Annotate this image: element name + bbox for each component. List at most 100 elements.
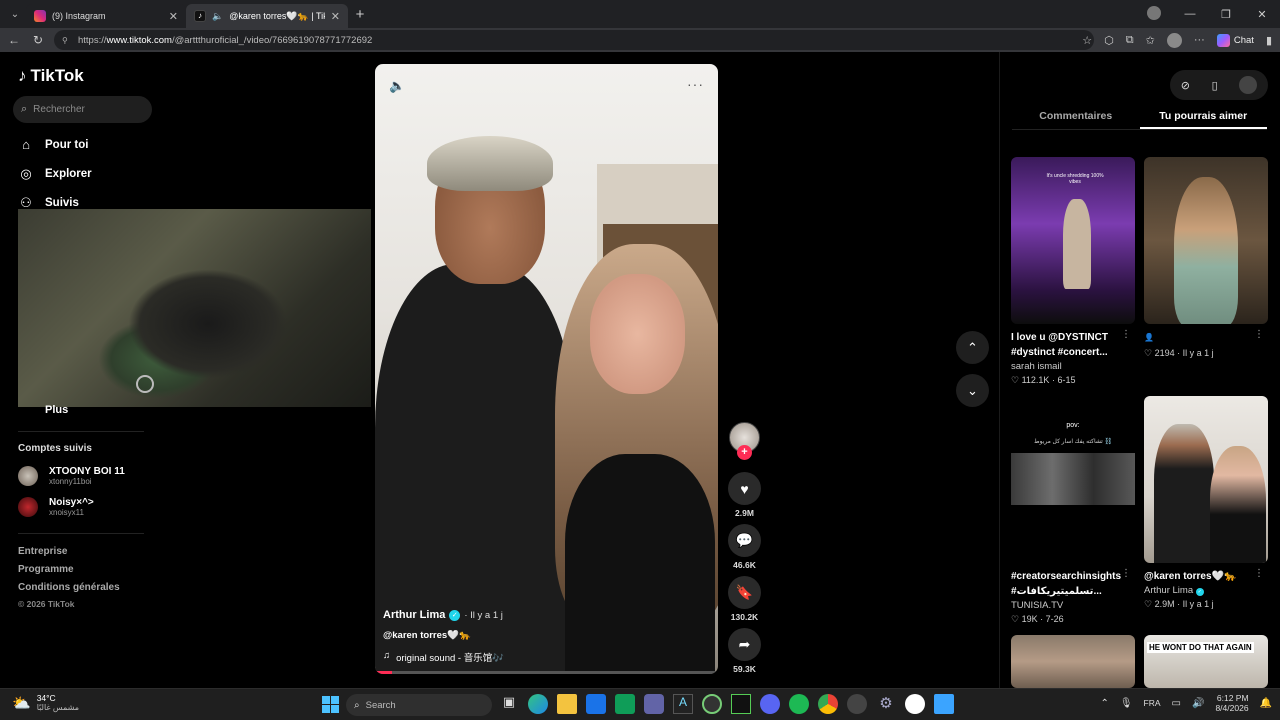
- split-screen-icon[interactable]: ⧉: [1126, 34, 1134, 47]
- start-button[interactable]: [322, 696, 339, 713]
- url-field[interactable]: ⚲ https:// www.tiktok.com /@arttthurofic…: [54, 30, 1094, 50]
- chevron-up-icon[interactable]: ⌃: [1100, 698, 1108, 709]
- profile-icon[interactable]: [1136, 5, 1172, 23]
- coins-icon[interactable]: ⊘: [1181, 79, 1190, 92]
- video-caption[interactable]: @karen torres🤍🐆: [383, 630, 703, 641]
- tab-comments[interactable]: Commentaires: [1012, 110, 1140, 129]
- video-author[interactable]: Arthur Lima: [383, 609, 445, 621]
- edge-icon[interactable]: [528, 694, 548, 714]
- media-player-icon[interactable]: [905, 694, 925, 714]
- profile-avatar[interactable]: [1166, 32, 1182, 48]
- language-indicator[interactable]: FRA: [1144, 698, 1161, 708]
- terminal-icon[interactable]: [731, 694, 751, 714]
- more-menu-icon[interactable]: ···: [1194, 34, 1205, 46]
- nav-more[interactable]: Plus: [45, 404, 68, 416]
- video-thumbnail[interactable]: [1011, 635, 1135, 688]
- video-thumbnail[interactable]: pov: تشاكته يفك اسار كل مريوط ⛓️: [1011, 396, 1135, 563]
- footer-link-terms[interactable]: Conditions générales: [18, 582, 120, 593]
- outlook-icon[interactable]: [586, 694, 606, 714]
- footer-link-company[interactable]: Entreprise: [18, 546, 67, 557]
- volume-icon[interactable]: 🔈: [389, 78, 405, 94]
- close-window-button[interactable]: ✕: [1244, 8, 1280, 21]
- extensions-icon[interactable]: ⬡: [1104, 34, 1114, 47]
- recommended-video-card[interactable]: HE WONT DO THAT AGAIN: [1144, 635, 1268, 688]
- followed-account[interactable]: XTOONY BOI 11 xtonny11boi: [18, 466, 125, 486]
- recommended-video-card[interactable]: 👤 ⋮ ♡ 2194 · Il y a 1 j: [1144, 157, 1268, 359]
- video-thumbnail[interactable]: [1144, 396, 1268, 563]
- task-view-icon[interactable]: ▣: [499, 694, 519, 714]
- mini-video-player[interactable]: [18, 209, 371, 407]
- video-thumbnail[interactable]: It's uncle shredding 100% vibes: [1011, 157, 1135, 324]
- discord-icon[interactable]: [760, 694, 780, 714]
- audio-playing-icon[interactable]: 🔈: [212, 11, 223, 22]
- favorite-star-icon[interactable]: ☆: [1082, 34, 1092, 47]
- chrome-icon[interactable]: [818, 694, 838, 714]
- sidebar-toggle-icon[interactable]: ▮: [1266, 34, 1272, 47]
- share-button[interactable]: ➦: [728, 628, 761, 661]
- search-bar[interactable]: ⌕: [13, 96, 152, 123]
- weather-widget[interactable]: ⛅ 34°C مشمس غالبًا: [12, 693, 79, 712]
- tiktok-logo[interactable]: ♪ TikTok: [18, 66, 84, 86]
- site-info-icon[interactable]: ⚲: [62, 36, 72, 45]
- like-button[interactable]: ♥: [728, 472, 761, 505]
- back-button[interactable]: ←: [2, 33, 26, 47]
- profile-avatar[interactable]: [1239, 76, 1258, 94]
- taskbar-search[interactable]: ⌕ Search: [346, 694, 492, 716]
- nav-for-you[interactable]: ⌂ Pour toi: [18, 137, 88, 152]
- notepad-icon[interactable]: [934, 694, 954, 714]
- teams-icon[interactable]: [644, 694, 664, 714]
- previous-video-button[interactable]: ⌃: [956, 331, 989, 364]
- card-more-icon[interactable]: ⋮: [1121, 329, 1131, 340]
- nav-explore[interactable]: ◎ Explorer: [18, 166, 91, 182]
- tiktok-icon: ♪: [194, 10, 206, 22]
- notification-bell-icon[interactable]: 🔔: [1260, 698, 1272, 709]
- tab-you-may-like[interactable]: Tu pourrais aimer: [1139, 110, 1267, 129]
- video-thumbnail[interactable]: HE WONT DO THAT AGAIN: [1144, 635, 1268, 688]
- recommended-video-card[interactable]: pov: تشاكته يفك اسار كل مريوط ⛓️ #creato…: [1011, 396, 1135, 625]
- close-tab-icon[interactable]: ✕: [331, 10, 340, 23]
- close-tab-icon[interactable]: ✕: [169, 10, 178, 23]
- store-icon[interactable]: [615, 694, 635, 714]
- video-player[interactable]: 🔈 ··· Arthur Lima ✓ · Il y a 1 j @karen …: [375, 64, 718, 674]
- new-tab-button[interactable]: +: [348, 6, 372, 23]
- card-more-icon[interactable]: ⋮: [1121, 568, 1131, 579]
- xbox-icon[interactable]: [702, 694, 722, 714]
- followed-account[interactable]: Noisy×^> xnoisyx11: [18, 497, 94, 517]
- mobile-icon[interactable]: ▯: [1212, 79, 1218, 92]
- recommended-video-card[interactable]: It's uncle shredding 100% vibes I love u…: [1011, 157, 1135, 386]
- spotify-icon[interactable]: [789, 694, 809, 714]
- video-sound[interactable]: ♫ original sound - 音乐馆🎶: [383, 650, 703, 664]
- comment-button[interactable]: 💬: [728, 524, 761, 557]
- video-progress-bar[interactable]: [375, 671, 718, 674]
- tab-tiktok[interactable]: ♪ 🔈 @karen torres🤍🐆 | TikTok ✕: [186, 4, 348, 28]
- maximize-button[interactable]: ❐: [1208, 8, 1244, 21]
- card-more-icon[interactable]: ⋮: [1254, 329, 1264, 340]
- tab-list-menu-icon[interactable]: ⌄: [4, 3, 26, 25]
- settings-gear-icon[interactable]: ⚙: [876, 694, 896, 714]
- tab-instagram[interactable]: (9) Instagram ✕: [26, 4, 186, 28]
- card-more-icon[interactable]: ⋮: [1254, 568, 1264, 579]
- app-icon[interactable]: [847, 694, 867, 714]
- network-icon[interactable]: ▭: [1172, 698, 1181, 709]
- microphone-icon[interactable]: 🎙: [1120, 698, 1133, 709]
- follow-plus-button[interactable]: +: [737, 445, 752, 460]
- recommended-video-card[interactable]: [1011, 635, 1135, 688]
- save-button[interactable]: 🔖: [728, 576, 761, 609]
- more-options-icon[interactable]: ···: [687, 76, 704, 92]
- recommended-video-card[interactable]: @karen torres🤍🐆 ⋮ Arthur Lima ✓ ♡ 2.9M ·…: [1144, 396, 1268, 610]
- minimize-button[interactable]: —: [1172, 8, 1208, 20]
- clock[interactable]: 6:12 PM 8/4/2026: [1215, 693, 1248, 713]
- thumbnail-image: [1011, 453, 1135, 505]
- reload-button[interactable]: ↻: [26, 33, 50, 47]
- avatar: [18, 497, 38, 517]
- favorites-icon[interactable]: ✩: [1146, 34, 1155, 47]
- footer-link-program[interactable]: Programme: [18, 564, 74, 575]
- video-thumbnail[interactable]: [1144, 157, 1268, 324]
- search-input[interactable]: [33, 104, 134, 115]
- copilot-chat-button[interactable]: Chat: [1216, 33, 1254, 47]
- app-a-icon[interactable]: A: [673, 694, 693, 714]
- next-video-button[interactable]: ⌄: [956, 374, 989, 407]
- volume-icon[interactable]: 🔊: [1192, 698, 1204, 709]
- thumbnail-caption: pov:: [1066, 422, 1080, 429]
- file-explorer-icon[interactable]: [557, 694, 577, 714]
